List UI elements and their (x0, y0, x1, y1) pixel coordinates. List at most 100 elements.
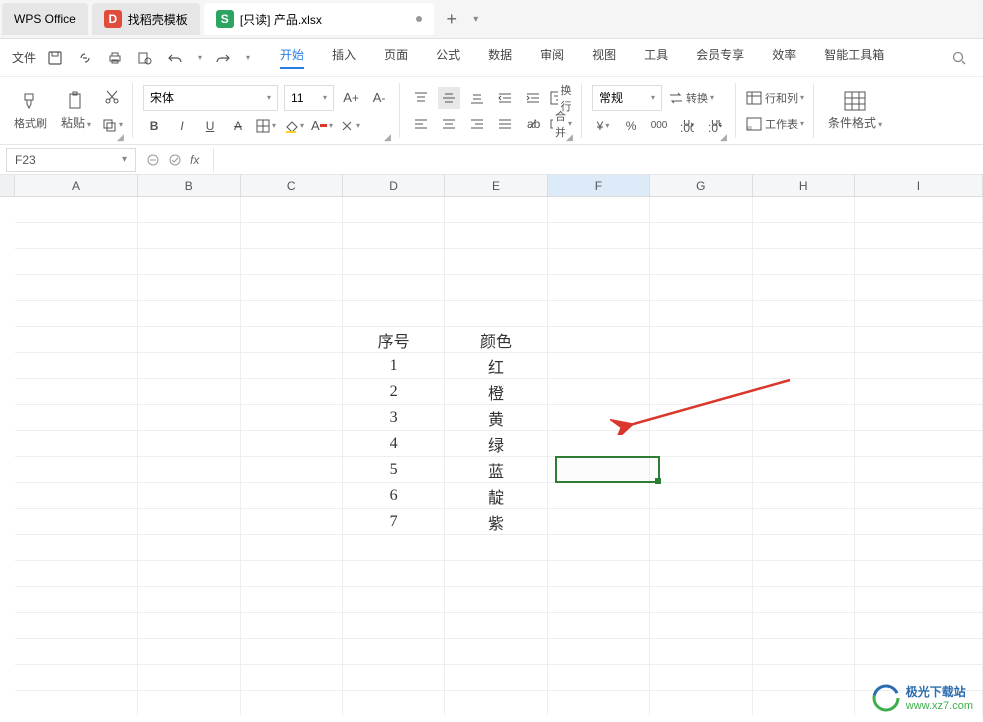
cell[interactable] (548, 327, 650, 353)
cell[interactable] (855, 301, 983, 327)
font-grow-button[interactable]: A+ (340, 87, 362, 109)
cell[interactable] (343, 561, 445, 587)
cell[interactable] (241, 431, 343, 457)
cell[interactable] (138, 249, 240, 275)
cell[interactable]: 黄 (445, 405, 547, 431)
border-button[interactable]: ▾ (255, 115, 277, 137)
cell[interactable] (650, 509, 752, 535)
link-icon[interactable] (76, 49, 94, 67)
wrap-text-button[interactable]: 换行 (550, 87, 572, 109)
cell[interactable] (445, 249, 547, 275)
new-tab-button[interactable]: + (438, 5, 466, 33)
cell[interactable] (855, 509, 983, 535)
tab-template[interactable]: D 找稻壳模板 (92, 3, 200, 35)
rowcol-button[interactable]: 行和列▾ (746, 87, 804, 109)
column-header-E[interactable]: E (445, 175, 547, 197)
align-right-button[interactable] (466, 113, 488, 135)
cell[interactable] (138, 197, 240, 223)
cell[interactable] (650, 691, 752, 715)
cell[interactable]: 5 (343, 457, 445, 483)
cell[interactable] (855, 379, 983, 405)
cell[interactable] (650, 639, 752, 665)
cell[interactable] (138, 483, 240, 509)
cell[interactable] (15, 249, 138, 275)
column-header-C[interactable]: C (241, 175, 343, 197)
group-expand-icon[interactable]: ◢ (384, 132, 394, 142)
cell[interactable]: 6 (343, 483, 445, 509)
column-header-B[interactable]: B (138, 175, 240, 197)
cell[interactable] (855, 587, 983, 613)
cell[interactable] (753, 431, 855, 457)
select-all-corner[interactable] (0, 175, 15, 197)
cell[interactable]: 蓝 (445, 457, 547, 483)
cell[interactable] (855, 275, 983, 301)
cell[interactable] (855, 613, 983, 639)
confirm-icon[interactable] (168, 153, 182, 167)
cell[interactable] (650, 535, 752, 561)
cell[interactable] (445, 301, 547, 327)
cell[interactable] (855, 327, 983, 353)
cell[interactable] (241, 665, 343, 691)
currency-button[interactable]: ¥▾ (592, 115, 614, 137)
cell[interactable] (241, 639, 343, 665)
cell[interactable] (343, 691, 445, 715)
cell[interactable] (138, 561, 240, 587)
cell[interactable] (753, 587, 855, 613)
indent-increase-button[interactable] (522, 87, 544, 109)
menu-view[interactable]: 视图 (578, 40, 630, 75)
orientation-button[interactable]: ab (522, 113, 544, 135)
cell[interactable] (753, 665, 855, 691)
cell[interactable] (753, 613, 855, 639)
column-header-D[interactable]: D (343, 175, 445, 197)
cell[interactable] (855, 223, 983, 249)
cell[interactable] (15, 587, 138, 613)
cell[interactable] (15, 691, 138, 715)
cell[interactable] (15, 275, 138, 301)
cell[interactable] (548, 639, 650, 665)
cell[interactable] (548, 301, 650, 327)
cell[interactable] (445, 587, 547, 613)
cell[interactable] (241, 535, 343, 561)
cell[interactable] (855, 249, 983, 275)
cell[interactable] (650, 665, 752, 691)
comma-button[interactable]: 000 (648, 115, 670, 137)
cell[interactable] (445, 639, 547, 665)
cell[interactable] (138, 535, 240, 561)
cell[interactable] (855, 405, 983, 431)
group-expand-icon[interactable]: ◢ (117, 132, 127, 142)
cell[interactable] (855, 353, 983, 379)
cell[interactable] (138, 587, 240, 613)
cell[interactable] (15, 535, 138, 561)
cell[interactable] (650, 561, 752, 587)
cell[interactable] (753, 353, 855, 379)
cell[interactable] (343, 665, 445, 691)
formula-input[interactable] (213, 148, 983, 172)
cell[interactable] (445, 535, 547, 561)
cell[interactable] (855, 639, 983, 665)
cell[interactable] (548, 509, 650, 535)
cell[interactable] (15, 639, 138, 665)
menu-tools[interactable]: 工具 (630, 40, 682, 75)
cell[interactable] (15, 483, 138, 509)
cell[interactable] (650, 275, 752, 301)
redo-icon[interactable] (214, 49, 232, 67)
cell[interactable]: 7 (343, 509, 445, 535)
cell[interactable]: 绿 (445, 431, 547, 457)
cell[interactable] (753, 535, 855, 561)
cell[interactable] (445, 223, 547, 249)
cell[interactable] (548, 613, 650, 639)
cell[interactable] (753, 379, 855, 405)
align-top-button[interactable] (410, 87, 432, 109)
align-bottom-button[interactable] (466, 87, 488, 109)
column-header-A[interactable]: A (15, 175, 138, 197)
column-header-I[interactable]: I (855, 175, 983, 197)
align-center-button[interactable] (438, 113, 460, 135)
underline-button[interactable]: U (199, 115, 221, 137)
cell[interactable] (650, 353, 752, 379)
cell[interactable] (343, 275, 445, 301)
cell[interactable] (650, 587, 752, 613)
menu-member[interactable]: 会员专享 (682, 40, 758, 75)
cell[interactable] (15, 379, 138, 405)
tab-document[interactable]: S [只读] 产品.xlsx (204, 3, 434, 35)
cell[interactable] (138, 405, 240, 431)
